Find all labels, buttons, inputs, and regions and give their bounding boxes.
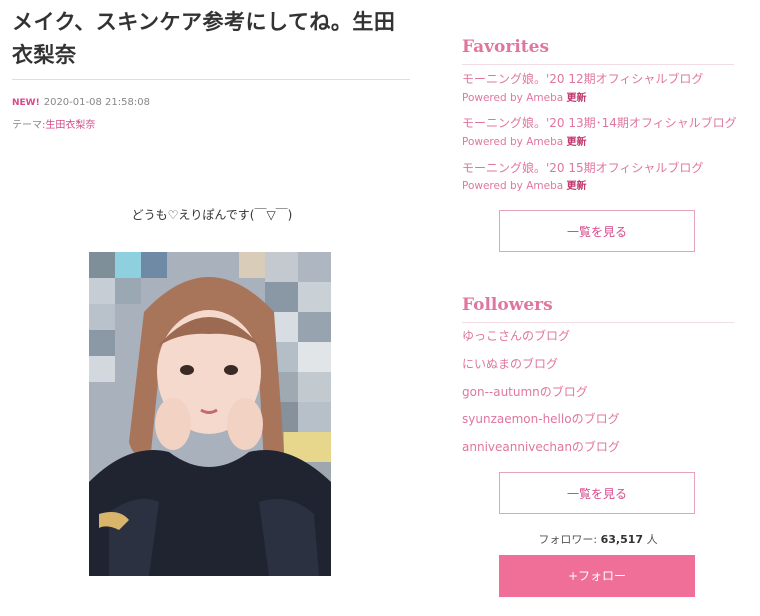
powered-by-text: Powered by Ameba xyxy=(462,180,564,192)
followers-see-all-button[interactable]: 一覧を見る xyxy=(499,472,695,514)
theme-link[interactable]: 生田衣梨奈 xyxy=(45,120,95,131)
follower-link[interactable]: syunzaemon-helloのブログ xyxy=(462,411,620,427)
favorite-powered: Powered by Ameba 更新 xyxy=(462,91,587,106)
favorite-link[interactable]: モーニング娘。'20 13期･14期オフィシャルブログ xyxy=(462,115,737,131)
favorite-link[interactable]: モーニング娘。'20 15期オフィシャルブログ xyxy=(462,160,703,176)
favorite-powered: Powered by Ameba 更新 xyxy=(462,179,587,194)
follower-count-unit: 人 xyxy=(646,533,658,546)
followers-divider xyxy=(462,322,734,323)
photo-illustration xyxy=(89,252,331,576)
updated-badge: 更新 xyxy=(566,181,587,192)
title-line-2: 衣梨奈 xyxy=(12,43,77,67)
powered-by-text: Powered by Ameba xyxy=(462,92,564,104)
theme-label: テーマ: xyxy=(12,120,46,131)
blog-entry: メイク、スキンケア参考にしてね。生田 衣梨奈 NEW! 2020-01-08 21… xyxy=(12,0,412,576)
new-badge: NEW! xyxy=(12,98,40,108)
updated-badge: 更新 xyxy=(566,93,587,104)
entry-photo[interactable] xyxy=(89,252,331,576)
title-line-1: メイク、スキンケア参考にしてね。生田 xyxy=(12,10,396,34)
follower-count-label: フォロワー: xyxy=(538,533,598,546)
follow-button[interactable]: +フォロー xyxy=(499,555,695,597)
entry-meta: NEW! 2020-01-08 21:58:08 xyxy=(12,96,150,110)
page-title: メイク、スキンケア参考にしてね。生田 衣梨奈 xyxy=(12,6,412,72)
favorite-link[interactable]: モーニング娘。'20 12期オフィシャルブログ xyxy=(462,71,703,87)
follower-count: フォロワー: 63,517 人 xyxy=(462,531,734,547)
favorites-heading: Favorites xyxy=(462,37,550,57)
updated-badge: 更新 xyxy=(566,137,587,148)
follower-link[interactable]: anniveannivechanのブログ xyxy=(462,439,620,455)
follower-link[interactable]: gon--autumnのブログ xyxy=(462,384,588,400)
follower-link[interactable]: ゆっこさんのブログ xyxy=(462,328,570,344)
favorites-see-all-button[interactable]: 一覧を見る xyxy=(499,210,695,252)
entry-theme: テーマ:生田衣梨奈 xyxy=(12,119,95,133)
followers-heading: Followers xyxy=(462,295,553,315)
entry-datetime: 2020-01-08 21:58:08 xyxy=(43,97,150,108)
entry-greeting: どうも♡えりぽんです(￣▽￣) xyxy=(131,208,293,222)
powered-by-text: Powered by Ameba xyxy=(462,136,564,148)
favorite-powered: Powered by Ameba 更新 xyxy=(462,135,587,150)
follower-link[interactable]: にいぬまのブログ xyxy=(462,356,558,372)
title-divider xyxy=(12,79,410,80)
favorites-divider xyxy=(462,64,734,65)
follower-count-value: 63,517 xyxy=(600,533,644,546)
